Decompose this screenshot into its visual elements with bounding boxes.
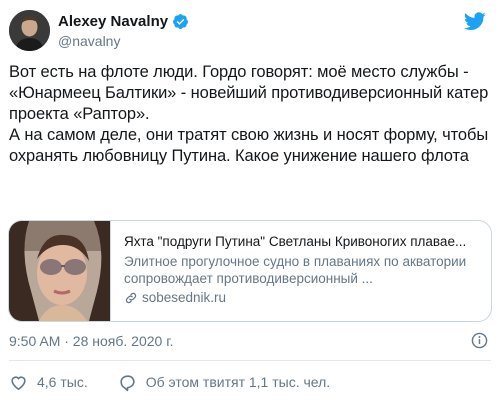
like-count: 4,6 тыс. [37,374,88,390]
link-card-thumbnail [9,221,111,321]
info-icon[interactable] [471,332,488,349]
author-name-row[interactable]: Alexey Navalny [58,11,189,31]
discussion-count: Об этом твитят 1,1 тыс. чел. [145,374,331,390]
like-button[interactable]: 4,6 тыс. [9,373,88,392]
link-card-body: Яхта "подруги Путина" Светланы Кривоноги… [124,233,479,305]
link-card-domain-row: sobesednik.ru [124,290,479,305]
divider [9,360,491,361]
tweet-card: Alexey Navalny @navalny Вот есть на флот… [0,0,500,400]
author-handle[interactable]: @navalny [58,33,120,49]
comment-icon [120,374,135,391]
tweet-text: Вот есть на флоте люди. Гордо говорят: м… [9,63,489,165]
link-card-domain: sobesednik.ru [142,290,227,305]
discussion-button[interactable]: Об этом твитят 1,1 тыс. чел. [118,373,330,392]
verified-badge-icon [173,13,189,29]
author-name[interactable]: Alexey Navalny [58,13,168,30]
avatar[interactable] [9,10,50,51]
link-card-description: Элитное прогулочное судно в плаваниях по… [124,254,467,286]
link-card[interactable]: Яхта "подруги Путина" Светланы Кривоноги… [8,220,492,322]
tweet-actions: 4,6 тыс. Об этом твитят 1,1 тыс. чел. [9,371,330,393]
twitter-bird-icon[interactable] [464,12,486,31]
link-card-title[interactable]: Яхта "подруги Путина" Светланы Кривоноги… [124,233,479,251]
heart-icon [11,375,26,390]
link-icon [125,292,137,303]
tweet-timestamp[interactable]: 9:50 AM · 28 нояб. 2020 г. [9,333,174,349]
